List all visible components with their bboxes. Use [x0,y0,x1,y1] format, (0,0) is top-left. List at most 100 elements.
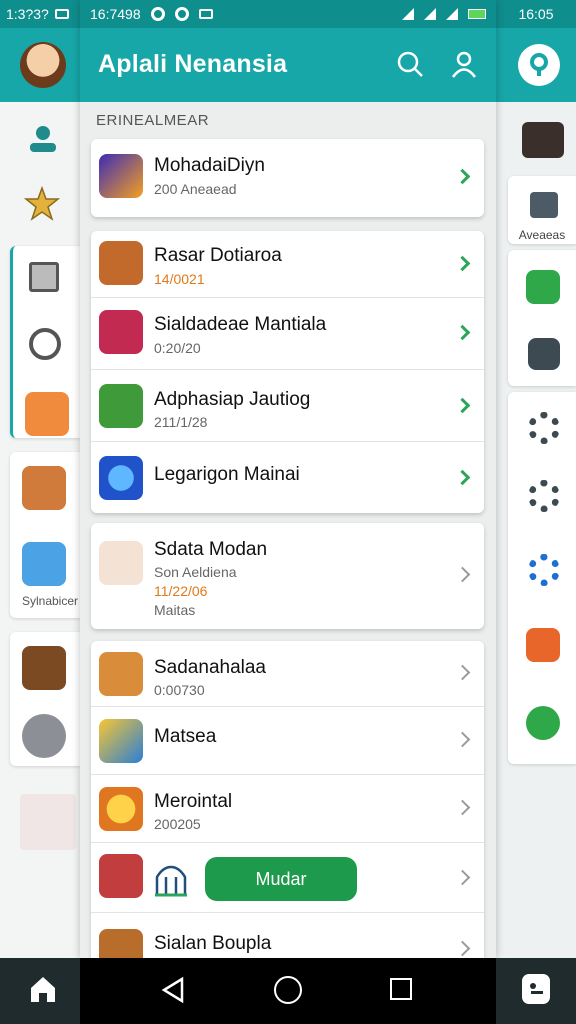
list-item[interactable]: Sdata Modan Son Aeldiena 11/22/06 Maitas [91,523,484,629]
warrior-app-icon [99,652,143,696]
compass-icon[interactable] [526,706,560,740]
building-icon [153,863,189,897]
notification-icon [150,7,165,21]
list-item[interactable]: MohadaiDiyn 200 Aneaead [91,139,484,217]
kid-icon[interactable] [22,542,66,586]
settings-icon[interactable] [528,480,560,512]
message-icon [198,9,213,19]
app-name: Rasar Dotiaroa [154,245,282,266]
app-name: Matsea [154,726,217,747]
list-item[interactable]: Sialdadeae Mantiala 0:20/20 [91,298,484,370]
chevron-right-icon [454,255,471,272]
recents-icon[interactable] [390,978,412,1000]
right-label: Aveaeas [518,228,566,242]
nav-right-segment [496,958,576,1024]
right-appbar [496,28,576,102]
hero-icon[interactable] [22,466,66,510]
chevron-right-icon [454,324,471,341]
temple-app-icon [99,929,143,958]
right-card-3 [508,392,576,764]
kite-app-icon [99,154,143,198]
list-item[interactable]: Matsea [91,707,484,775]
navigation-bar [0,958,576,1024]
right-panel: 16:05 Aveaeas [496,0,576,958]
frog-app-icon [99,384,143,428]
square-icon[interactable] [29,262,59,292]
app-card: MohadaiDiyn 200 Aneaead [91,139,484,217]
app-date: 11/22/06 [154,583,208,599]
list-item[interactable]: Rasar Dotiaroa 14/0021 [91,231,484,298]
notification-icon [54,9,69,19]
wifi-icon [424,8,436,20]
placeholder-thumbnail [20,794,76,850]
tools-icon[interactable] [526,628,560,662]
character-app-icon [99,241,143,285]
app-switch-icon[interactable] [522,974,550,1004]
main-drawer: 16:7498 Aplali Nenansia ERINEALMEAR Moha… [80,0,496,958]
app-date: 14/0021 [154,271,205,287]
settings-blue-icon[interactable] [528,554,560,586]
left-card-2: Sylnabicer [10,452,80,618]
chevron-right-icon [454,799,471,816]
star-icon[interactable] [23,185,61,222]
app-card: Sdata Modan Son Aeldiena 11/22/06 Maitas [91,523,484,629]
settings-icon[interactable] [528,412,560,444]
chevron-right-icon [454,731,471,748]
gear-icon[interactable] [22,714,66,758]
list-item[interactable]: Merointal 200205 [91,775,484,843]
list-item[interactable]: Adphasiap Jautiog 211/1/28 [91,370,484,442]
status-time: 16:7498 [90,6,141,22]
chevron-right-icon [454,566,471,583]
signal-icon [402,8,414,20]
app-card: Sadanahalaa 0:00730 Matsea Merointal 200… [91,641,484,958]
disc-icon[interactable] [29,328,61,360]
app-name: Sialan Boupla [154,933,272,954]
update-button[interactable]: Mudar [205,857,357,901]
left-card-1 [10,246,80,438]
list-item[interactable]: Sialan Boupla [91,913,484,958]
back-icon[interactable] [160,976,186,1004]
edit-icon[interactable] [530,192,558,218]
home-circle-icon[interactable] [274,976,302,1004]
lion-icon[interactable] [22,646,66,690]
chevron-right-icon [454,397,471,414]
chevron-right-icon [454,940,471,957]
account-icon[interactable] [450,50,478,78]
list-item[interactable]: Legarigon Mainai [91,442,484,513]
page-title: Aplali Nenansia [98,50,288,78]
chevron-right-icon [454,869,471,886]
search-icon[interactable] [396,50,424,78]
list-item[interactable]: Sadanahalaa 0:00730 [91,641,484,707]
home-icon[interactable] [28,974,58,1004]
app-name: MohadaiDiyn [154,155,265,176]
left-card-3 [10,632,80,766]
avatar[interactable] [20,42,66,88]
section-label: ERINEALMEAR [96,112,210,129]
app-name: Sadanahalaa [154,657,266,678]
fox-icon[interactable] [25,392,69,436]
leaf-icon[interactable] [526,270,560,304]
app-card: Rasar Dotiaroa 14/0021 Sialdadeae Mantia… [91,231,484,513]
list-item[interactable]: Mudar [91,843,484,913]
app-name: Sialdadeae Mantiala [154,314,327,335]
puzzle-app-icon [99,854,143,898]
app-subtitle: Son Aeldiena [154,564,237,580]
app-name: Legarigon Mainai [154,464,300,485]
globe-app-icon [99,456,143,500]
status-time: 16:05 [518,6,554,22]
status-time: 1:3?3? [6,6,49,22]
app-name: Adphasiap Jautiog [154,389,311,410]
user-icon[interactable] [28,124,58,152]
left-panel: 1:3?3? Sylnabicer [0,0,80,958]
app-subtitle: 0:00730 [154,682,205,698]
girl-app-icon [99,541,143,585]
status-bar-left: 1:3?3? [0,0,80,28]
camera-icon[interactable] [528,338,560,370]
battery-icon [468,9,486,19]
chevron-right-icon [454,168,471,185]
sword-app-icon [99,719,143,763]
panda-icon[interactable] [522,122,564,158]
help-icon[interactable] [518,44,560,86]
chevron-right-icon [454,469,471,486]
right-card-1: Aveaeas [508,176,576,244]
